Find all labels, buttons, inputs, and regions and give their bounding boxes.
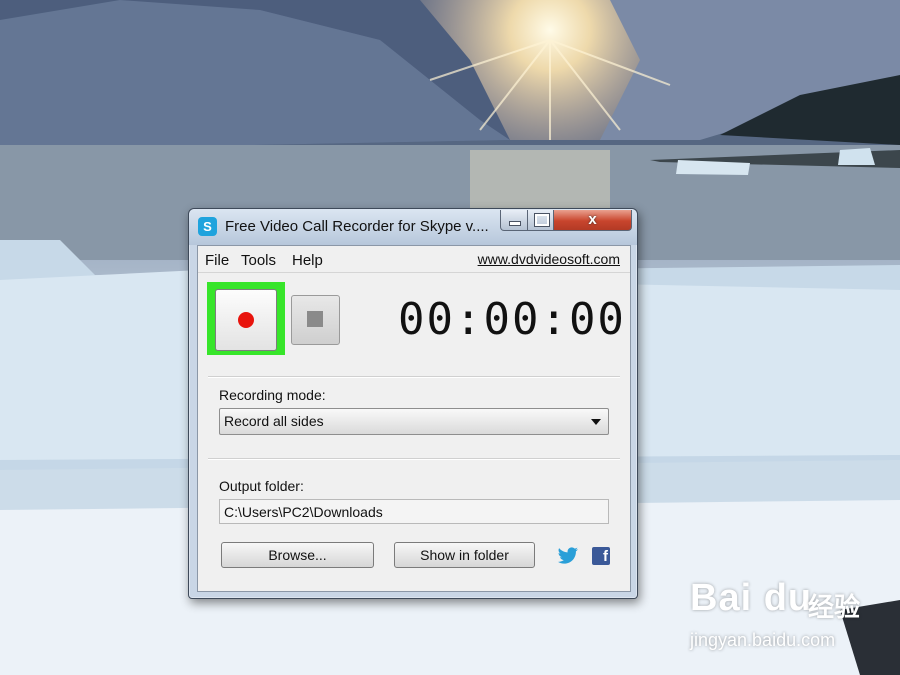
show-in-folder-button[interactable]: Show in folder <box>394 542 535 568</box>
recording-timer: 00:00:00 <box>398 294 626 345</box>
stop-button[interactable] <box>291 295 340 345</box>
skype-app-icon: S <box>198 217 217 236</box>
chevron-down-icon <box>591 419 601 425</box>
stop-icon <box>307 311 323 327</box>
menu-tools[interactable]: Tools <box>241 252 276 269</box>
close-button[interactable]: x <box>553 210 632 231</box>
minimize-button[interactable] <box>500 210 529 231</box>
facebook-icon[interactable]: f <box>592 547 610 565</box>
maximize-icon <box>534 213 550 227</box>
recording-mode-value: Record all sides <box>224 413 324 429</box>
watermark-logo: Bai du <box>690 577 813 619</box>
recording-mode-select[interactable]: Record all sides <box>219 408 609 435</box>
website-link[interactable]: www.dvdvideosoft.com <box>478 251 620 267</box>
baidu-watermark: Bai du 经验 jingyan.baidu.com <box>690 577 890 657</box>
close-icon: x <box>588 211 597 228</box>
title-bar[interactable]: S Free Video Call Recorder for Skype v..… <box>189 209 637 245</box>
watermark-logo-suffix: 经验 <box>808 592 861 622</box>
record-button[interactable] <box>215 289 277 351</box>
output-folder-field[interactable]: C:\Users\PC2\Downloads <box>219 499 609 524</box>
menu-bar: File Tools Help www.dvdvideosoft.com <box>198 246 630 273</box>
browse-button[interactable]: Browse... <box>221 542 374 568</box>
maximize-button[interactable] <box>527 210 555 231</box>
separator <box>208 458 620 460</box>
twitter-icon[interactable] <box>557 547 579 565</box>
window-client-area: File Tools Help www.dvdvideosoft.com 00:… <box>197 245 631 592</box>
menu-help[interactable]: Help <box>292 252 323 269</box>
output-folder-label: Output folder: <box>219 478 304 494</box>
separator <box>208 376 620 378</box>
record-icon <box>238 312 254 328</box>
menu-file[interactable]: File <box>205 252 229 269</box>
window-title: Free Video Call Recorder for Skype v.... <box>225 218 489 235</box>
minimize-icon <box>509 221 521 226</box>
watermark-url: jingyan.baidu.com <box>690 630 836 650</box>
app-window: S Free Video Call Recorder for Skype v..… <box>188 208 638 599</box>
output-folder-path: C:\Users\PC2\Downloads <box>224 504 383 520</box>
recording-mode-label: Recording mode: <box>219 387 326 403</box>
